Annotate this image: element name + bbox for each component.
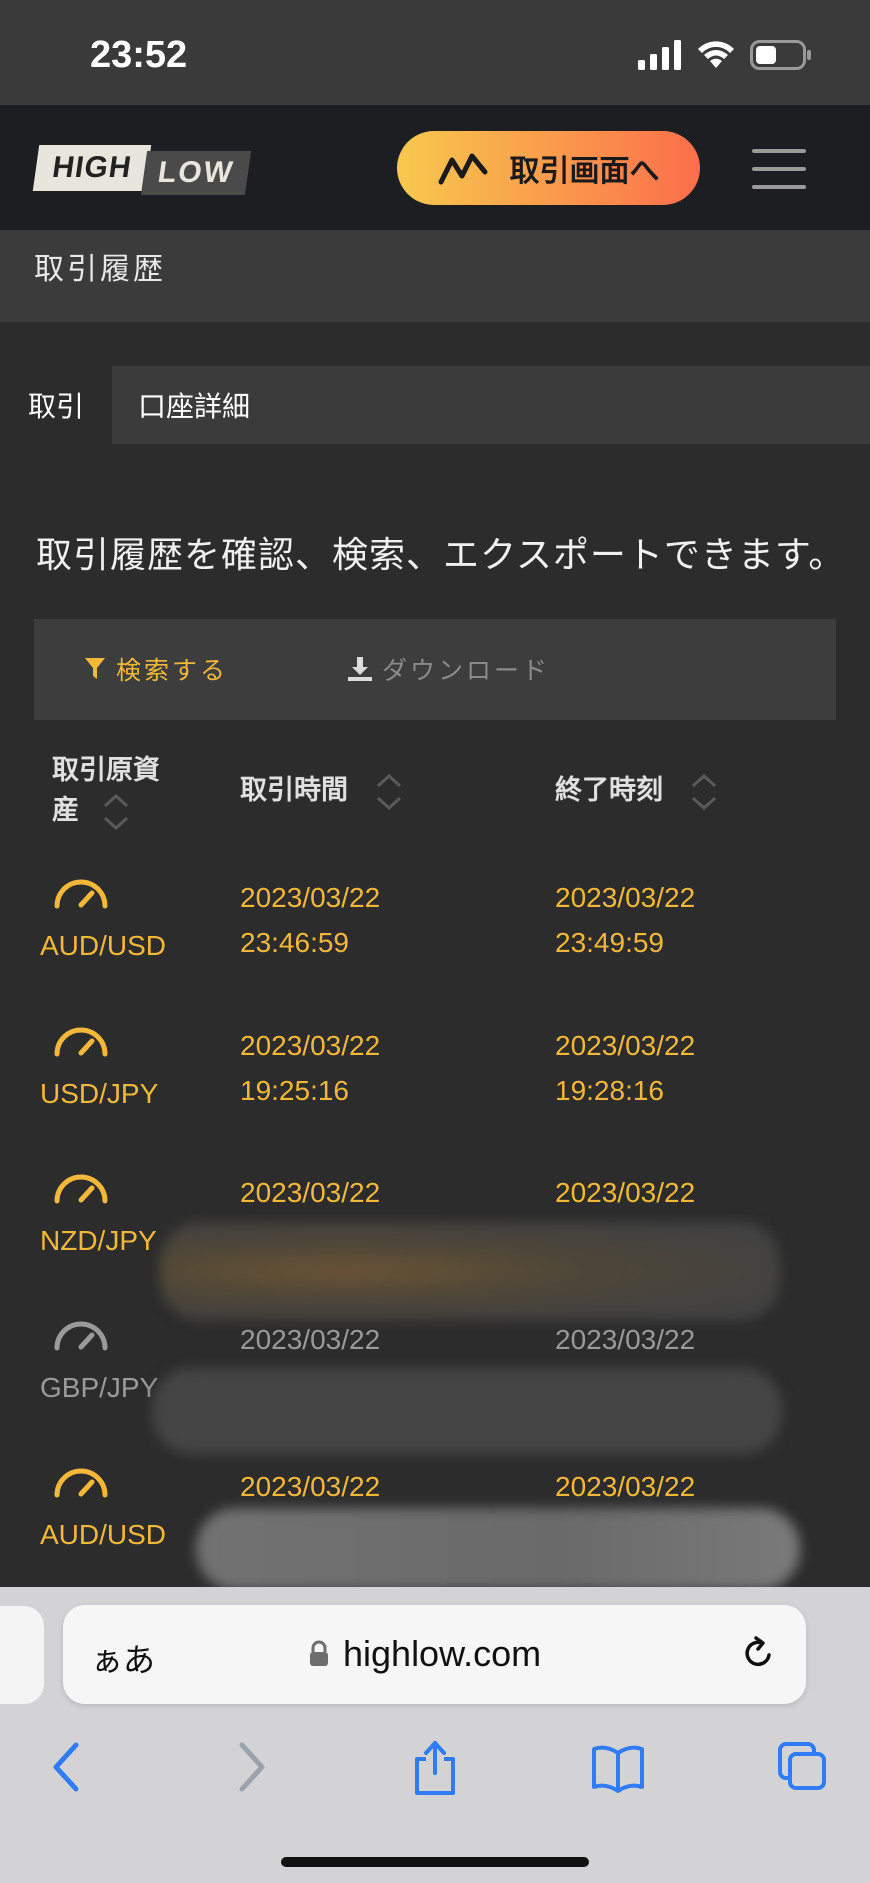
- trade-date: 2023/03/22: [240, 1030, 381, 1061]
- cellular-signal-icon: [638, 40, 681, 70]
- browser-toolbar: ぁあ highlow.com: [0, 1587, 870, 1883]
- forward-icon[interactable]: [232, 1727, 272, 1807]
- trade-time-cell: 2023/03/22: [240, 1464, 380, 1509]
- trade-screen-button[interactable]: 取引画面へ: [397, 131, 700, 205]
- end-time-cell: 2023/03/22: [555, 1317, 695, 1362]
- sort-icon: [103, 793, 128, 830]
- end-time: 23:49:59: [555, 927, 664, 958]
- address-bar[interactable]: ぁあ highlow.com: [63, 1605, 806, 1704]
- previous-tab-preview[interactable]: [0, 1606, 44, 1704]
- browser-nav-row: [0, 1727, 870, 1807]
- end-date: 2023/03/22: [555, 1471, 696, 1502]
- page-title: 取引履歴: [34, 253, 166, 286]
- intro-text: 取引履歴を確認、検索、エクスポートできます。: [36, 534, 846, 575]
- speed-gauge-icon: [52, 1317, 110, 1356]
- trade-date: 2023/03/22: [240, 882, 381, 913]
- sort-icon: [376, 773, 401, 810]
- home-indicator: [281, 1857, 589, 1867]
- tab-bar: 取引 口座詳細: [0, 366, 870, 444]
- asset-name: AUD/USD: [40, 1519, 167, 1550]
- table-row[interactable]: AUD/USD 2023/03/22 23:46:59 2023/03/22 23:49…: [0, 875, 870, 1023]
- asset-name: GBP/JPY: [40, 1372, 159, 1403]
- tab-account-details[interactable]: 口座詳細: [112, 366, 276, 444]
- tab-trades[interactable]: 取引: [0, 366, 112, 444]
- wifi-icon: [698, 41, 734, 68]
- end-time-cell: 2023/03/22: [555, 1464, 695, 1509]
- end-date: 2023/03/22: [555, 882, 696, 913]
- chart-line-icon: [438, 153, 487, 185]
- filter-icon: [85, 658, 105, 679]
- page-title-bar: 取引履歴: [0, 230, 870, 322]
- asset-name: NZD/JPY: [40, 1225, 157, 1256]
- trade-date: 2023/03/22: [240, 1324, 381, 1355]
- trade-time: 23:46:59: [240, 927, 349, 958]
- end-time: 19:28:16: [555, 1075, 664, 1106]
- end-date: 2023/03/22: [555, 1177, 696, 1208]
- redaction-smudge: [152, 1368, 782, 1454]
- column-header-asset[interactable]: 取引原資 産: [52, 750, 182, 832]
- highlow-logo[interactable]: HIGH LOW: [32, 141, 252, 195]
- status-icons: [638, 40, 812, 70]
- trade-date: 2023/03/22: [240, 1177, 381, 1208]
- download-icon: [348, 657, 372, 681]
- hamburger-menu-icon[interactable]: [752, 149, 806, 189]
- battery-icon: [750, 40, 811, 70]
- trade-button-label: 取引画面へ: [509, 155, 660, 188]
- asset-name: USD/JPY: [40, 1078, 159, 1109]
- end-time-cell: 2023/03/22: [555, 1170, 695, 1215]
- status-time: 23:52: [90, 34, 188, 76]
- history-toolbar: 検索する ダウンロード: [34, 619, 836, 720]
- logo-high: HIGH: [32, 145, 152, 191]
- column-header-end-time[interactable]: 終了時刻: [555, 770, 719, 812]
- sort-icon: [691, 773, 716, 810]
- speed-gauge-icon: [52, 1170, 110, 1209]
- logo-low: LOW: [140, 151, 252, 195]
- status-bar: 23:52: [0, 0, 870, 105]
- site-header: HIGH LOW 取引画面へ: [0, 105, 870, 230]
- end-time-cell: 2023/03/22 23:49:59: [555, 875, 695, 965]
- back-icon[interactable]: [46, 1727, 86, 1807]
- column-header-trade-time[interactable]: 取引時間: [240, 770, 404, 812]
- end-time-cell: 2023/03/22 19:28:16: [555, 1023, 695, 1113]
- search-button-label: 検索する: [116, 657, 229, 685]
- speed-gauge-icon: [52, 875, 110, 914]
- share-icon[interactable]: [410, 1727, 460, 1807]
- lock-icon: [310, 1640, 328, 1666]
- speed-gauge-icon: [52, 1023, 110, 1062]
- end-date: 2023/03/22: [555, 1324, 696, 1355]
- trade-time: 19:25:16: [240, 1075, 349, 1106]
- url-display[interactable]: highlow.com: [309, 1633, 541, 1675]
- trade-time-cell: 2023/03/22: [240, 1170, 380, 1215]
- reload-icon[interactable]: [738, 1633, 778, 1673]
- trade-time-cell: 2023/03/22 19:25:16: [240, 1023, 380, 1113]
- reader-options-button[interactable]: ぁあ: [91, 1635, 155, 1681]
- trade-date: 2023/03/22: [240, 1471, 381, 1502]
- table-row[interactable]: USD/JPY 2023/03/22 19:25:16 2023/03/22 19:28…: [0, 1023, 870, 1171]
- end-date: 2023/03/22: [555, 1030, 696, 1061]
- search-button[interactable]: 検索する: [84, 651, 228, 687]
- asset-name: AUD/USD: [40, 930, 167, 961]
- url-text: highlow.com: [343, 1633, 542, 1674]
- trade-time-cell: 2023/03/22: [240, 1317, 380, 1362]
- speed-gauge-icon: [52, 1464, 110, 1503]
- tabs-icon[interactable]: [776, 1727, 830, 1807]
- redaction-smudge: [196, 1508, 800, 1590]
- bookmarks-icon[interactable]: [590, 1727, 646, 1807]
- redaction-smudge: [160, 1222, 780, 1320]
- download-button-label: ダウンロード: [382, 657, 551, 685]
- download-button[interactable]: ダウンロード: [346, 651, 550, 687]
- trade-time-cell: 2023/03/22 23:46:59: [240, 875, 380, 965]
